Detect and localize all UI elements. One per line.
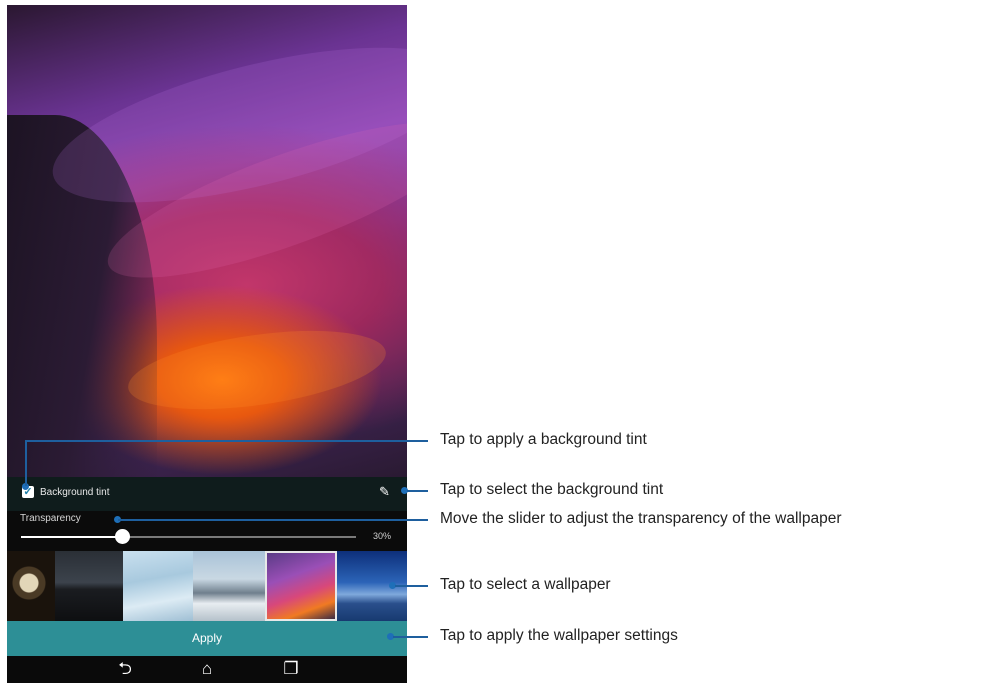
wallpaper-thumb-snow-dunes[interactable] [123,551,193,621]
phone-screen: ✓ Background tint ✎ Transparency 30% App… [7,5,407,683]
callout-select-tint: Tap to select the background tint [440,481,664,498]
slider-fill [21,536,122,538]
callout-leader [118,519,428,521]
wallpaper-thumb-clock[interactable] [7,551,55,621]
transparency-row: Transparency 30% [7,511,407,551]
wallpaper-thumb-snowy-peaks[interactable] [193,551,265,621]
transparency-label: Transparency [20,513,81,524]
transparency-slider[interactable] [21,529,356,544]
apply-button[interactable]: Apply [7,621,407,656]
pencil-icon[interactable]: ✎ [379,484,390,500]
wallpaper-preview [7,5,407,477]
callout-select-wallpaper: Tap to select a wallpaper [440,576,611,593]
callout-leader [393,636,428,638]
callout-leader [25,440,27,486]
callout-leader [395,585,428,587]
back-arrow-icon[interactable]: ⮌ [112,658,138,680]
slider-thumb[interactable] [114,529,130,544]
wallpaper-thumb-mountain-night[interactable] [55,551,123,621]
transparency-value: 30% [373,531,392,541]
recent-apps-icon[interactable]: ❐ [278,658,304,680]
background-tint-label: Background tint [40,487,110,498]
callout-leader [407,490,428,492]
home-icon[interactable]: ⌂ [194,658,220,680]
callout-leader [25,440,428,442]
callout-transparency: Move the slider to adjust the transparen… [440,510,842,527]
callout-apply-settings: Tap to apply the wallpaper settings [440,627,678,644]
callout-apply-tint: Tap to apply a background tint [440,431,647,448]
wallpaper-picker [7,551,407,621]
wallpaper-thumb-purple-rock[interactable] [265,551,337,621]
rock-streak [123,317,391,423]
background-tint-row: ✓ Background tint ✎ [7,477,407,511]
navigation-bar: ⮌ ⌂ ❐ [7,656,407,683]
